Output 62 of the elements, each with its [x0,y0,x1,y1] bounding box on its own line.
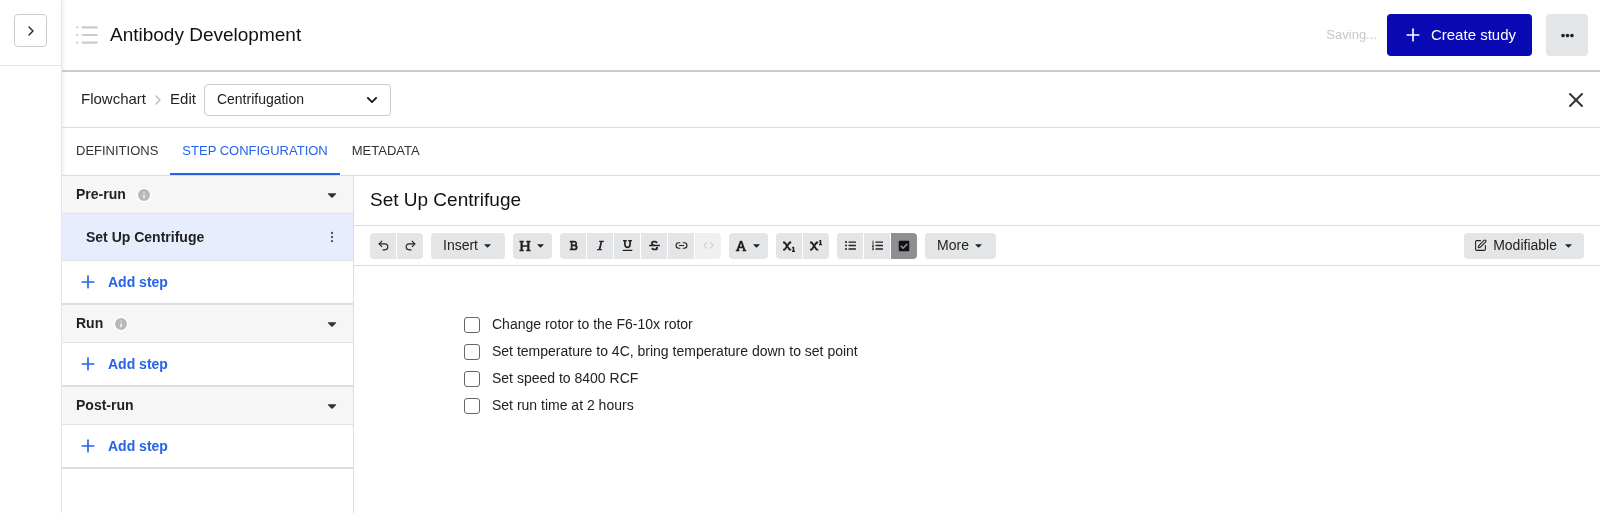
subscript-icon [783,239,795,252]
checklist-text: Set speed to 8400 RCF [492,369,639,388]
font-color-button[interactable] [729,232,768,259]
undo-button[interactable] [370,232,396,259]
section-header[interactable]: Pre-run [62,176,353,214]
step-item[interactable]: Set Up Centrifuge [62,214,353,261]
subscript-button[interactable] [776,232,802,259]
breadcrumb-link[interactable]: Flowchart [81,88,147,111]
italic-icon [594,240,606,251]
font-icon [735,239,747,252]
tab[interactable]: DEFINITIONS [64,128,171,175]
underline-button[interactable] [614,232,640,259]
checklist-text: Set run time at 2 hours [492,396,634,415]
italic-button[interactable] [587,232,613,259]
section-title: Run [76,314,104,333]
bullet-list-button[interactable] [837,232,863,259]
bold-icon [567,240,579,251]
add-step-button[interactable]: Add step [62,343,353,385]
checkbox[interactable] [464,343,480,360]
checkbox[interactable] [464,370,480,387]
checkbox[interactable] [464,397,480,414]
add-step-button[interactable]: Add step [62,261,353,303]
superscript-button[interactable] [803,232,829,259]
bullet-list-icon [844,240,856,251]
checkbox[interactable] [464,316,480,333]
link-button[interactable] [668,232,694,259]
undo-icon [376,239,390,252]
heading-button[interactable] [513,232,552,259]
section-header[interactable]: Post-run [62,387,353,425]
heading-icon [519,239,531,252]
section-header[interactable]: Run [62,305,353,343]
strikethrough-icon [648,240,660,251]
strikethrough-button[interactable] [641,232,667,259]
edit-icon [1474,239,1488,252]
redo-icon [403,239,417,252]
redo-button[interactable] [397,232,423,259]
underline-icon [621,240,633,251]
mode-button[interactable]: Modifiable [1464,232,1584,259]
page-title: Antibody Development [110,22,302,47]
checklist-text: Change rotor to the F6-10x rotor [492,315,693,334]
checkbox-icon [898,239,910,252]
numbered-list-icon [871,240,883,251]
step-title: Set Up Centrifuge [370,188,522,213]
info-icon [135,186,152,203]
numbered-list-button[interactable] [864,232,890,259]
superscript-icon [810,239,822,252]
create-study-button[interactable]: Create study [1386,14,1532,56]
section-title: Pre-run [76,185,126,204]
code-icon [702,240,714,251]
checklist-text: Set temperature to 4C, bring temperature down to set point [492,342,858,361]
checklist-button[interactable] [891,232,917,259]
info-icon [113,315,130,332]
add-step-button[interactable]: Add step [62,425,353,467]
breadcrumb-link[interactable]: Edit [170,88,196,111]
more-button[interactable]: More [925,232,996,259]
section-title: Post-run [76,396,134,415]
link-icon [674,239,688,252]
tab[interactable]: METADATA [339,128,432,175]
step-label: Set Up Centrifuge [86,227,206,247]
insert-button[interactable]: Insert [431,232,505,259]
step-select[interactable]: Centrifugation [203,83,391,116]
bold-button[interactable] [560,232,586,259]
